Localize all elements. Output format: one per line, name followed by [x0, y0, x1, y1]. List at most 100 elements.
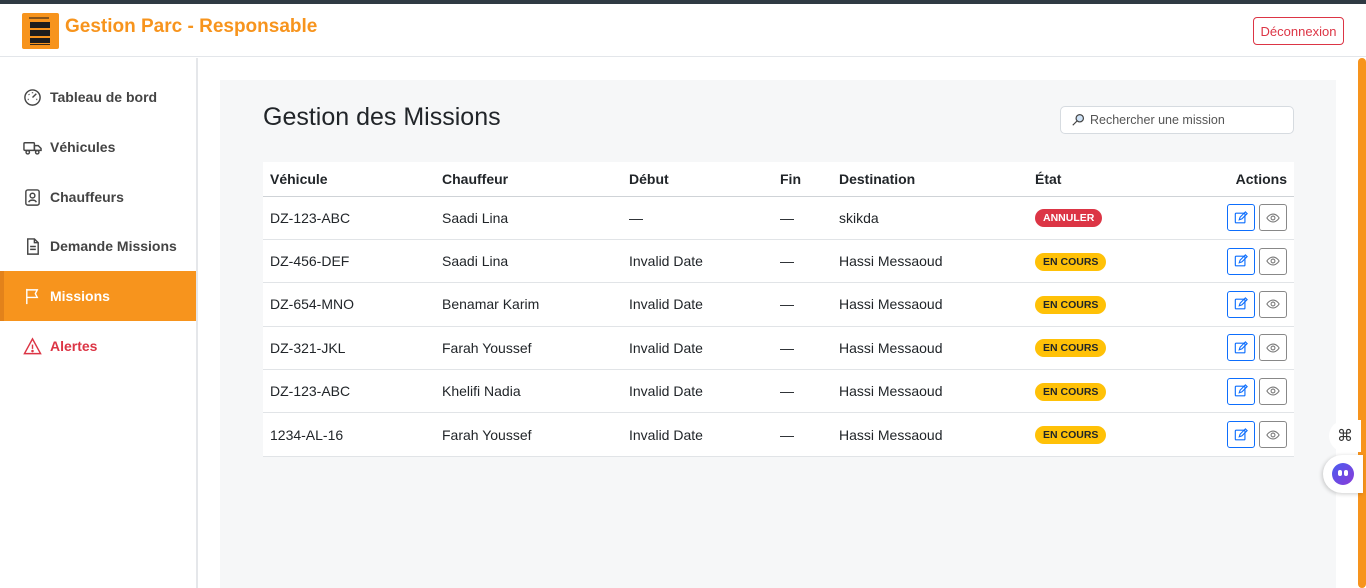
cell-debut: Invalid Date [622, 326, 773, 371]
badge-person-icon [22, 187, 42, 207]
cell-etat: EN COURS [1028, 369, 1148, 414]
table-row: 1234-AL-16 Farah Youssef Invalid Date — Hass… [263, 412, 1294, 457]
document-icon [22, 236, 42, 256]
cell-destination: Hassi Messaoud [832, 369, 1028, 414]
view-button[interactable] [1259, 377, 1287, 405]
cell-chauffeur: Khelifi Nadia [435, 369, 622, 414]
sidebar-item-chauffeurs[interactable]: Chauffeurs [0, 172, 196, 222]
assistant-bot-icon[interactable] [1323, 455, 1363, 493]
eye-icon [1266, 256, 1280, 266]
cell-fin: — [773, 282, 832, 327]
cell-destination: skikda [832, 196, 1028, 240]
cell-vehicule: DZ-321-JKL [263, 326, 435, 371]
sidebar-item-missions[interactable]: Missions [0, 271, 196, 321]
column-header: Véhicule [263, 162, 435, 197]
apps-grid-icon[interactable]: ⌘ [1329, 420, 1361, 452]
cell-vehicule: DZ-123-ABC [263, 369, 435, 414]
status-badge: EN COURS [1035, 426, 1107, 445]
status-badge: EN COURS [1035, 382, 1107, 401]
cell-fin: — [773, 239, 832, 284]
cell-debut: Invalid Date [622, 412, 773, 457]
search-input[interactable]: Rechercher une mission [1060, 106, 1294, 134]
page-title: Gestion des Missions [263, 103, 501, 131]
cell-debut: Invalid Date [622, 282, 773, 327]
navbar: Gestion Parc - Responsable Déconnexion [0, 4, 1366, 57]
cell-chauffeur: Saadi Lina [435, 196, 622, 240]
table-row: DZ-123-ABC Saadi Lina — — skikda ANNULER [263, 196, 1294, 240]
cell-actions [1148, 196, 1294, 240]
table-row: DZ-321-JKL Farah Youssef Invalid Date — Hass… [263, 326, 1294, 371]
eye-icon [1266, 343, 1280, 353]
scrollbar[interactable] [1358, 58, 1366, 588]
table-row: DZ-654-MNO Benamar Karim Invalid Date — Hass… [263, 282, 1294, 327]
flag-icon [22, 286, 42, 306]
sidebar-item-label: Tableau de bord [50, 89, 158, 105]
column-header: Fin [773, 162, 832, 197]
sidebar-item-label: Demande Missions [50, 238, 177, 254]
cell-chauffeur: Benamar Karim [435, 282, 622, 327]
sidebar-item-label: Chauffeurs [50, 189, 124, 205]
edit-icon [1234, 427, 1248, 441]
cell-fin: — [773, 196, 832, 240]
sidebar-item-label: Missions [50, 288, 110, 304]
column-header: État [1028, 162, 1148, 197]
edit-icon [1234, 210, 1248, 224]
sidebar-item-label: Alertes [50, 338, 98, 354]
app-logo[interactable] [22, 13, 59, 49]
edit-button[interactable] [1227, 334, 1255, 362]
cell-fin: — [773, 326, 832, 371]
cell-destination: Hassi Messaoud [832, 412, 1028, 457]
edit-icon [1234, 384, 1248, 397]
cell-vehicule: 1234-AL-16 [263, 412, 435, 457]
cell-chauffeur: Saadi Lina [435, 239, 622, 284]
sidebar-item-demande-missions[interactable]: Demande Missions [0, 221, 196, 271]
status-badge: ANNULER [1035, 209, 1103, 228]
table-header-row: Véhicule Chauffeur Début Fin Destination… [263, 162, 1294, 197]
view-button[interactable] [1259, 334, 1287, 362]
app-title[interactable]: Gestion Parc - Responsable [65, 16, 317, 38]
edit-button[interactable] [1227, 204, 1255, 232]
column-header: Actions [1148, 162, 1294, 197]
truck-icon [22, 137, 42, 157]
edit-button[interactable] [1227, 290, 1255, 318]
sidebar-item-tableau-de-bord[interactable]: Tableau de bord [0, 72, 196, 122]
cell-debut: Invalid Date [622, 369, 773, 414]
edit-button[interactable] [1227, 377, 1255, 405]
status-badge: EN COURS [1035, 295, 1107, 314]
cell-vehicule: DZ-456-DEF [263, 239, 435, 284]
cell-etat: ANNULER [1028, 196, 1148, 240]
cell-vehicule: DZ-123-ABC [263, 196, 435, 240]
edit-icon [1234, 254, 1248, 267]
warning-icon [22, 336, 42, 356]
eye-icon [1266, 430, 1280, 440]
column-header: Chauffeur [435, 162, 622, 197]
eye-icon [1266, 386, 1280, 396]
column-header: Destination [832, 162, 1028, 197]
view-button[interactable] [1259, 247, 1287, 275]
status-badge: EN COURS [1035, 252, 1107, 271]
missions-table: Véhicule Chauffeur Début Fin Destination… [263, 162, 1294, 457]
cell-actions [1148, 326, 1294, 371]
column-header: Début [622, 162, 773, 197]
view-button[interactable] [1259, 290, 1287, 318]
cell-debut: — [622, 196, 773, 240]
view-button[interactable] [1259, 204, 1287, 232]
cell-destination: Hassi Messaoud [832, 239, 1028, 284]
sidebar-item-alertes[interactable]: Alertes [0, 321, 196, 371]
sidebar-item-vehicules[interactable]: Véhicules [0, 122, 196, 172]
search-placeholder: Rechercher une mission [1090, 113, 1225, 127]
search-icon [1072, 113, 1085, 126]
cell-etat: EN COURS [1028, 239, 1148, 284]
table-row: DZ-123-ABC Khelifi Nadia Invalid Date — Hass… [263, 369, 1294, 414]
view-button[interactable] [1259, 421, 1287, 449]
sidebar-item-label: Véhicules [50, 139, 116, 155]
cell-chauffeur: Farah Youssef [435, 326, 622, 371]
table-row: DZ-456-DEF Saadi Lina Invalid Date — Hassi M… [263, 239, 1294, 284]
edit-button[interactable] [1227, 247, 1255, 275]
logout-button[interactable]: Déconnexion [1253, 17, 1344, 45]
edit-button[interactable] [1227, 421, 1255, 449]
speedometer-icon [22, 87, 42, 107]
eye-icon [1266, 213, 1280, 223]
edit-icon [1234, 297, 1248, 310]
cell-fin: — [773, 369, 832, 414]
